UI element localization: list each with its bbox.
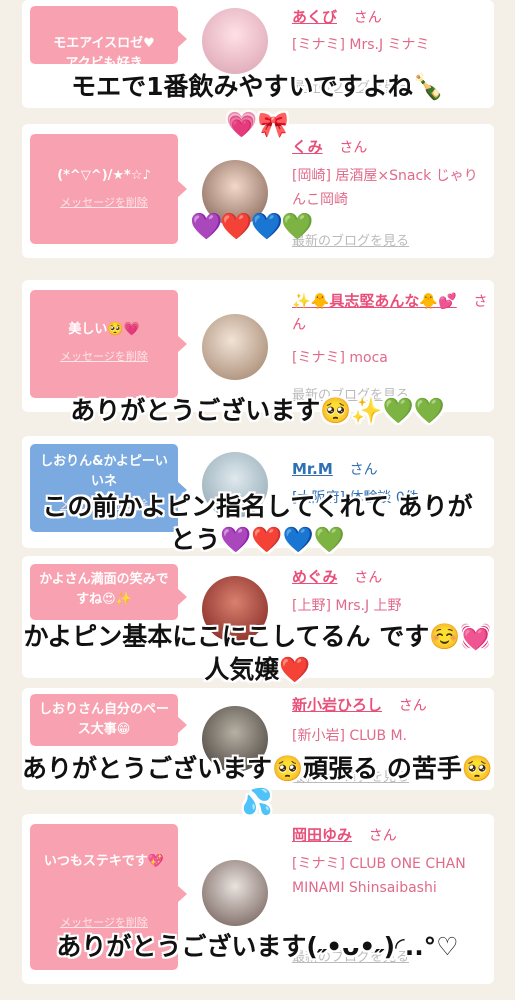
shop-name: [新小岩] CLUB M. (292, 728, 408, 744)
honorific: さん (349, 462, 378, 478)
message-bubble: (*^▽^)/★*☆♪ メッセージを削除 (30, 134, 187, 244)
sender-name-link[interactable]: Mr.M (292, 460, 333, 478)
message-text: しおりん&かよピーいいネ (40, 454, 168, 489)
avatar[interactable] (202, 860, 268, 926)
message-text: いつもステキです💖 (43, 854, 165, 869)
honorific: さん (339, 140, 368, 156)
message-text: かよさん満面の笑みですね😍✨ (39, 572, 169, 607)
overlay-comment: この前かよピン指名してくれて ありがとう💜❤️💙💚 (42, 492, 473, 554)
delete-message-link[interactable]: メッセージを削除 (36, 196, 172, 210)
message-bubble: 美しい🥺💗 メッセージを削除 (30, 290, 187, 398)
sender-name-link[interactable]: あくび (292, 8, 337, 26)
shop-name: [ミナミ] CLUB ONE CHAN MINAMI Shinsaibashi (292, 856, 466, 896)
message-bubble: モエアイスロゼ♥ アクビも好き (30, 6, 187, 71)
overlay-comment: モエで1番飲みやすいですよね🍾 (71, 72, 444, 101)
honorific: さん (354, 570, 383, 586)
overlay-comment: かよピン基本にこにこしてるん です☺️💓人気嬢❤️ (23, 622, 492, 684)
shop-name: [上野] Mrs.J 上野 (292, 598, 402, 614)
overlay-comment: ありがとうございます🥺頑張る の苦手🥺💦 (22, 754, 493, 816)
sender-name-link[interactable]: めぐみ (292, 568, 337, 586)
honorific: さん (398, 698, 427, 714)
message-text: 美しい🥺💗 (68, 322, 140, 337)
message-text: しおりさん自分のペース大事😁 (38, 702, 169, 737)
sender-name-link[interactable]: ✨🐥具志堅あんな🐥💕 (292, 292, 457, 310)
message-text: (*^▽^)/★*☆♪ (57, 168, 151, 183)
message-text: モエアイスロゼ♥ アクビも好き (53, 36, 155, 71)
shop-name: [ミナミ] moca (292, 350, 388, 366)
hearts-decoration: 💜❤️💙💚 (190, 212, 313, 242)
overlay-comment: 💗🎀 (226, 110, 289, 139)
sender-name-link[interactable]: 岡田ゆみ (292, 826, 352, 844)
sender-name-link[interactable]: 新小岩ひろし (292, 696, 382, 714)
delete-message-link[interactable]: メッセージを削除 (36, 916, 172, 930)
avatar[interactable] (202, 314, 268, 380)
avatar[interactable] (202, 8, 268, 74)
shop-name: [岡崎] 居酒屋×Snack じゃりんこ岡崎 (292, 168, 478, 208)
message-card: 美しい🥺💗 メッセージを削除 ✨🐥具志堅あんな🐥💕 さん [ミナミ] moca … (22, 280, 494, 412)
overlay-comment: ありがとうございます🥺✨💚💚 (70, 396, 445, 425)
message-bubble: しおりさん自分のペース大事😁 (30, 694, 187, 746)
overlay-comment: ありがとうございます(˶•ᴗ•˶)◜..°♡ (56, 932, 459, 961)
delete-message-link[interactable]: メッセージを削除 (36, 350, 172, 364)
honorific: さん (368, 828, 397, 844)
honorific: さん (353, 10, 382, 26)
shop-name: [ミナミ] Mrs.J ミナミ (292, 37, 430, 53)
message-bubble: かよさん満面の笑みですね😍✨ (30, 564, 187, 620)
